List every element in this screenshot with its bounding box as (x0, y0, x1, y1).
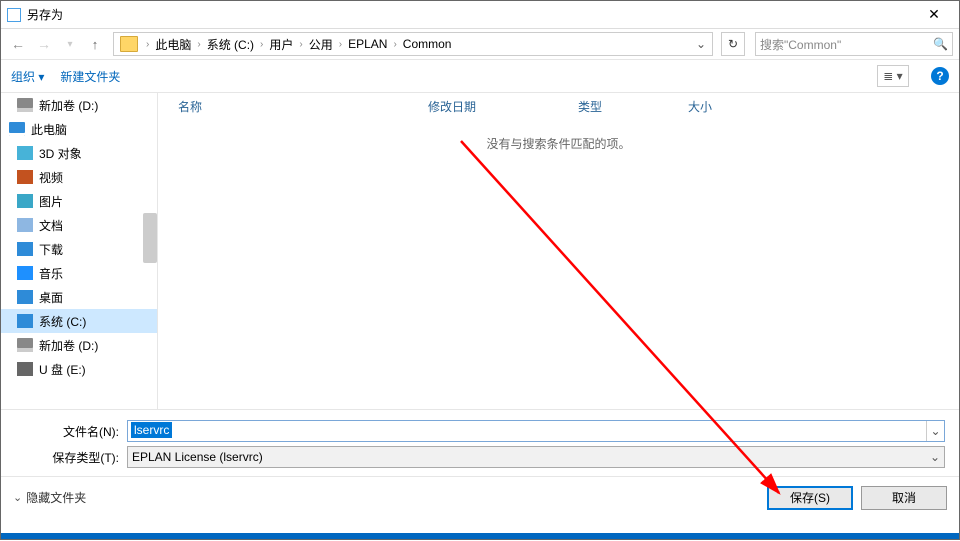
tree-item[interactable]: 系统 (C:) (1, 309, 157, 333)
app-icon (7, 8, 21, 22)
help-button[interactable]: ? (931, 67, 949, 85)
sys-icon (17, 314, 33, 328)
img-icon (17, 194, 33, 208)
chevron-down-icon: ⌄ (930, 450, 940, 464)
tree-item[interactable]: 新加卷 (D:) (1, 93, 157, 117)
filename-dropdown[interactable]: ⌄ (926, 421, 944, 441)
tree-item-label: 图片 (39, 193, 63, 210)
back-button[interactable]: ← (7, 33, 29, 55)
tree-item-label: 新加卷 (D:) (39, 337, 98, 354)
filetype-label: 保存类型(T): (15, 449, 127, 466)
breadcrumb[interactable]: › 此电脑 › 系统 (C:) › 用户 › 公用 › EPLAN › Comm… (113, 32, 713, 56)
tree-item[interactable]: 新加卷 (D:) (1, 333, 157, 357)
tree-item[interactable]: 3D 对象 (1, 141, 157, 165)
tree-item[interactable]: 文档 (1, 213, 157, 237)
tree-item-label: 下载 (39, 241, 63, 258)
tree-item-label: 视频 (39, 169, 63, 186)
tree-item-label: 此电脑 (31, 121, 67, 138)
usb-icon (17, 362, 33, 376)
recent-dropdown[interactable]: ▾ (59, 33, 81, 55)
forward-button[interactable]: → (33, 33, 55, 55)
refresh-button[interactable]: ↻ (721, 32, 745, 56)
save-button[interactable]: 保存(S) (767, 486, 853, 510)
search-placeholder: 搜索"Common" (760, 36, 841, 53)
tree-item-label: 桌面 (39, 289, 63, 306)
hide-folders-toggle[interactable]: ⌄ 隐藏文件夹 (13, 489, 86, 506)
cancel-button[interactable]: 取消 (861, 486, 947, 510)
breadcrumb-item[interactable]: 用户 (267, 36, 295, 53)
taskbar (1, 533, 959, 539)
desk-icon (17, 290, 33, 304)
scrollbar-thumb[interactable] (143, 213, 157, 263)
search-input[interactable]: 搜索"Common" 🔍 (755, 32, 953, 56)
breadcrumb-item[interactable]: 此电脑 (153, 36, 193, 53)
tree-item-label: 新加卷 (D:) (39, 97, 98, 114)
empty-message: 没有与搜索条件匹配的项。 (158, 135, 959, 152)
tree-item[interactable]: 此电脑 (1, 117, 157, 141)
col-size[interactable]: 大小 (688, 98, 768, 115)
col-date[interactable]: 修改日期 (428, 98, 578, 115)
doc-icon (17, 218, 33, 232)
breadcrumb-item[interactable]: EPLAN (346, 37, 389, 51)
new-folder-button[interactable]: 新建文件夹 (60, 68, 120, 85)
organize-menu[interactable]: 组织 ▾ (11, 68, 44, 85)
tree-item-label: U 盘 (E:) (39, 361, 86, 378)
view-mode-button[interactable]: ≣ ▾ (877, 65, 909, 87)
close-button[interactable]: ✕ (915, 3, 953, 27)
hdd-icon (17, 338, 33, 352)
tree-item[interactable]: 桌面 (1, 285, 157, 309)
chevron-down-icon: ⌄ (13, 491, 22, 504)
col-name[interactable]: 名称 (178, 98, 428, 115)
tree-item[interactable]: 视频 (1, 165, 157, 189)
breadcrumb-dropdown[interactable]: ⌄ (692, 37, 710, 51)
tree-item[interactable]: 音乐 (1, 261, 157, 285)
tree-item[interactable]: U 盘 (E:) (1, 357, 157, 381)
folder-icon (120, 36, 138, 52)
breadcrumb-item[interactable]: 系统 (C:) (205, 36, 256, 53)
breadcrumb-item[interactable]: 公用 (307, 36, 335, 53)
hdd-icon (17, 98, 33, 112)
tree-item-label: 文档 (39, 217, 63, 234)
vid-icon (17, 170, 33, 184)
tree-item-label: 3D 对象 (39, 145, 82, 162)
filetype-select[interactable]: EPLAN License (lservrc) ⌄ (127, 446, 945, 468)
filename-label: 文件名(N): (15, 423, 127, 440)
filename-input[interactable]: lservrc ⌄ (127, 420, 945, 442)
up-button[interactable]: ↑ (85, 34, 105, 54)
filetype-value: EPLAN License (lservrc) (132, 450, 263, 464)
tree-item-label: 音乐 (39, 265, 63, 282)
nav-tree[interactable]: 新加卷 (D:) 此电脑 3D 对象视频图片文档下载音乐桌面系统 (C:) 新加卷 (… (1, 93, 157, 409)
col-type[interactable]: 类型 (578, 98, 688, 115)
search-icon: 🔍 (933, 37, 948, 51)
tree-item[interactable]: 图片 (1, 189, 157, 213)
cube-icon (17, 146, 33, 160)
chevron-right-icon: › (142, 39, 153, 50)
tree-item-label: 系统 (C:) (39, 313, 86, 330)
tree-item[interactable]: 下载 (1, 237, 157, 261)
dl-icon (17, 242, 33, 256)
window-title: 另存为 (27, 6, 915, 23)
music-icon (17, 266, 33, 280)
breadcrumb-item[interactable]: Common (401, 37, 454, 51)
column-headers[interactable]: 名称 修改日期 类型 大小 (158, 93, 959, 119)
filename-value: lservrc (131, 422, 172, 438)
pc-icon (9, 122, 25, 136)
